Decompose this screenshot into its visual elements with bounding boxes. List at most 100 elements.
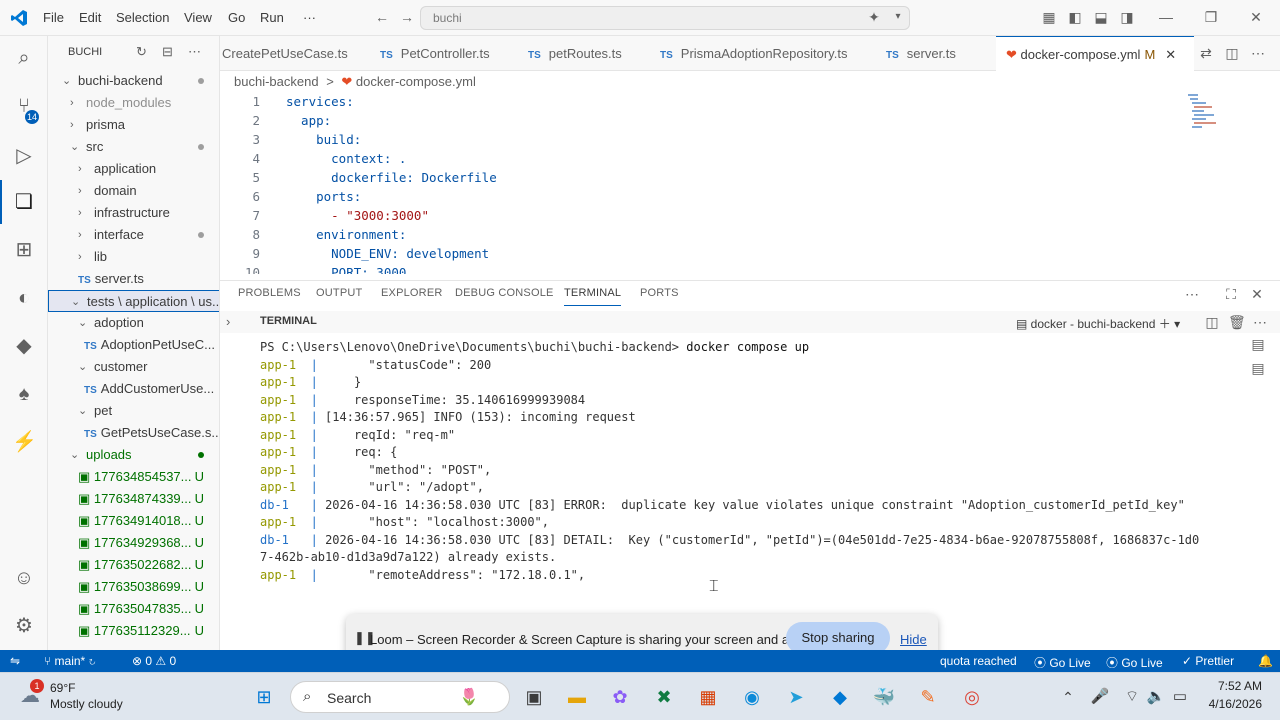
chevron-right-icon[interactable]: › [226,314,230,329]
close-panel-icon[interactable]: ✕ [1249,287,1265,301]
settings-gear-icon[interactable]: ⚙ [12,614,36,638]
trash-icon[interactable]: 🗑 [1228,315,1246,329]
tree-file-upload[interactable]: ▣ 177634914018... U [48,510,219,532]
remote-icon[interactable]: ⇋ [10,654,20,668]
tree-file-upload[interactable]: ▣ 177634854537... U [48,466,219,488]
wifi-icon[interactable]: ⌔ [1120,685,1144,709]
collapse-all-icon[interactable]: ⊟ [162,44,173,60]
restore-icon[interactable]: ❐ [1203,10,1219,24]
tree-file-upload[interactable]: ▣ 177635038699... U [48,576,219,598]
notifications-bell-icon[interactable]: 🔔 [1258,654,1273,668]
terminal-output[interactable]: PS C:\Users\Lenovo\OneDrive\Documents\bu… [260,339,1220,639]
tree-folder-uploads[interactable]: ⌄ uploads [48,444,219,466]
terminal-instance-label[interactable]: ▤ docker - buchi-backend ＋ ▾ [1016,315,1180,332]
back-arrow-icon[interactable]: ← [374,10,390,24]
close-tab-icon[interactable]: ✕ [1165,47,1176,62]
branch-status[interactable]: ⑂ main* ↻ [44,654,96,668]
weather-widget[interactable]: 69°F Mostly cloudy [50,681,123,711]
mongodb-leaf-icon[interactable]: ♠ [12,382,36,406]
maximize-panel-icon[interactable]: ⛶ [1223,287,1239,301]
telegram-icon[interactable]: ➤ [784,685,808,709]
edge-devtools-icon[interactable]: ◐ [12,286,36,310]
tree-folder-infrastructure[interactable]: › infrastructure [48,202,219,224]
customize-layout-icon[interactable]: ▦ [1041,10,1057,24]
tree-folder-pet[interactable]: ⌄ pet [48,400,219,422]
taskbar-search[interactable]: ⌕ Search 🌷 [290,681,510,713]
tree-folder-interface[interactable]: › interface [48,224,219,246]
edge-icon[interactable]: ◉ [740,685,764,709]
tab-pet-routes[interactable]: TS petRoutes.ts [528,36,652,71]
show-hidden-icons-icon[interactable]: ⌃ [1056,685,1080,709]
tree-folder-root[interactable]: ⌄ buchi-backend [48,70,219,92]
more-actions-icon[interactable]: ⋯ [1250,46,1266,60]
store-icon[interactable]: ▦ [696,685,720,709]
minimap[interactable] [1186,92,1226,142]
command-center-search[interactable]: buchi [420,6,910,30]
chevron-down-icon[interactable]: ▾ [890,10,906,24]
tree-file-upload[interactable]: ▣ 177635112329... U [48,620,219,642]
menu-selection[interactable]: Selection [116,10,169,25]
tree-folder-prisma[interactable]: › prisma [48,114,219,136]
menu-edit[interactable]: Edit [79,10,101,25]
forward-arrow-icon[interactable]: → [399,10,415,24]
search-icon[interactable]: ⌕ [12,46,36,70]
tree-folder-domain[interactable]: › domain [48,180,219,202]
tree-folder-src[interactable]: ⌄ src [48,136,219,158]
chrome-icon[interactable]: ◎ [960,685,984,709]
tree-file-customer-test[interactable]: TS AddCustomerUse... [48,378,219,400]
extensions-icon[interactable]: ⊞ [12,238,36,262]
prettier-status[interactable]: ✓ Prettier [1182,654,1234,668]
toggle-secondary-sidebar-icon[interactable]: ◨ [1119,10,1135,24]
tab-prisma-adoption-repository[interactable]: TS PrismaAdoptionRepository.ts [660,36,870,71]
toggle-panel-icon[interactable]: ⬓ [1093,10,1109,24]
vscode-taskbar-icon[interactable]: ◆ [828,685,852,709]
tree-folder-tests[interactable]: ⌄ tests \ application \ us... [48,290,219,312]
tab-debug-console[interactable]: DEBUG CONSOLE [455,287,554,299]
menu-file[interactable]: File [43,10,64,25]
tree-file-server-ts[interactable]: TS server.ts [48,268,219,290]
tab-docker-compose[interactable]: ❤ docker-compose.yml M ✕ [996,36,1194,71]
tab-ports[interactable]: PORTS [640,287,679,299]
menu-view[interactable]: View [184,10,212,25]
tree-file-upload[interactable]: ▣ 177635022682... U [48,554,219,576]
refresh-icon[interactable]: ↻ [136,44,147,60]
terminal-instance-icon[interactable]: ▤ [1250,361,1266,375]
go-live-button[interactable]: ⦿ Go Live [1034,654,1091,671]
tree-file-pet-test[interactable]: TS GetPetsUseCase.s... [48,422,219,444]
windows-start-icon[interactable]: ⊞ [252,685,276,709]
toggle-sidebar-icon[interactable]: ◧ [1067,10,1083,24]
tab-pet-controller[interactable]: TS PetController.ts [380,36,520,71]
menu-go[interactable]: Go [228,10,245,25]
split-terminal-icon[interactable]: ◫ [1204,315,1220,329]
tree-file-adoption-test[interactable]: TS AdoptionPetUseC... [48,334,219,356]
tree-file-upload[interactable]: ▣ 177634874339... U [48,488,219,510]
terminal-instance-icon[interactable]: ▤ [1250,337,1266,351]
clock[interactable]: 7:52 AM 4/16/2026 [1209,679,1262,711]
tree-folder-customer[interactable]: ⌄ customer [48,356,219,378]
tree-folder-node-modules[interactable]: › node_modules [48,92,219,114]
tree-folder-adoption[interactable]: ⌄ adoption [48,312,219,334]
more-actions-icon[interactable]: ⋯ [1184,287,1200,301]
code-editor[interactable]: 1 services: 2 app: 3 build: 4 context: . … [220,92,1280,274]
excel-icon[interactable]: ✖ [652,685,676,709]
tree-file-upload[interactable]: ▣ 177634929368... U [48,532,219,554]
tab-server[interactable]: TS server.ts [886,36,986,71]
tree-file-upload[interactable]: ▣ 177635047835... U [48,598,219,620]
copilot-app-icon[interactable]: ✿ [608,685,632,709]
split-editor-icon[interactable]: ◫ [1224,46,1240,60]
hide-link[interactable]: Hide [900,632,927,647]
menu-run[interactable]: Run [260,10,284,25]
more-actions-icon[interactable]: ⋯ [1252,315,1268,329]
battery-icon[interactable]: ▭ [1168,685,1192,709]
postman-icon[interactable]: ✎ [916,685,940,709]
tab-create-pet-use-case[interactable]: CreatePetUseCase.ts [222,36,372,71]
run-debug-icon[interactable]: ▷ [12,144,36,168]
tab-output[interactable]: OUTPUT [316,287,362,299]
microphone-icon[interactable]: 🎤 [1088,685,1112,709]
problems-status[interactable]: ⊗ 0 ⚠ 0 [132,654,176,668]
close-window-icon[interactable]: ✕ [1248,10,1264,24]
go-live-button-2[interactable]: ⦿ Go Live [1106,654,1163,671]
more-actions-icon[interactable]: ⋯ [188,44,201,60]
file-explorer-icon[interactable]: ▬ [565,685,589,709]
tab-terminal[interactable]: TERMINAL [564,287,622,306]
